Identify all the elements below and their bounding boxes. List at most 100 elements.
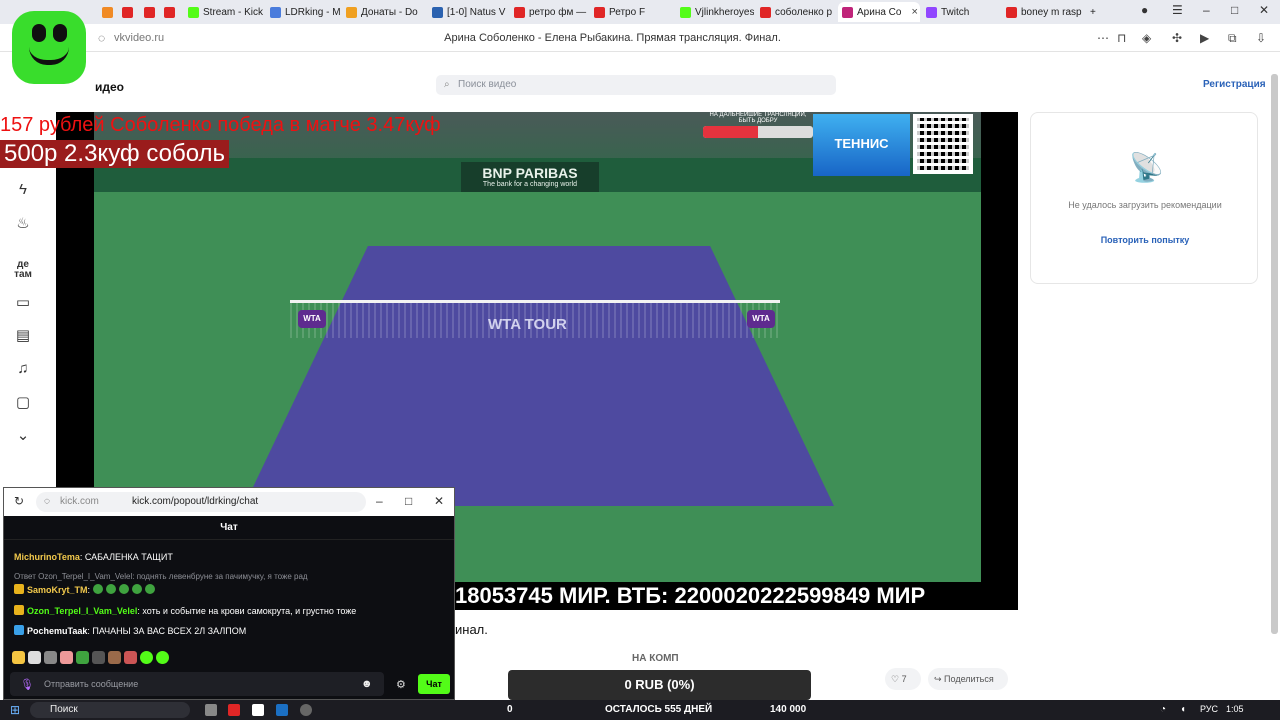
browser-tab[interactable]: ретро фм — bbox=[510, 2, 588, 22]
taskbar-search[interactable]: Поиск bbox=[30, 702, 190, 718]
media-icon[interactable]: ▶ bbox=[1200, 31, 1209, 45]
browser-tab[interactable] bbox=[118, 2, 138, 22]
chat-username[interactable]: SamoKryt_TM bbox=[27, 585, 88, 595]
address-bar: ◌ vkvideo.ru Арина Соболенко - Елена Рыб… bbox=[0, 24, 1280, 52]
browser-tab[interactable]: [1-0] Natus V bbox=[428, 2, 508, 22]
tabs-menu-icon[interactable]: ☰ bbox=[1172, 3, 1183, 17]
browser-tab[interactable] bbox=[98, 2, 116, 22]
emote-icon[interactable] bbox=[140, 651, 153, 664]
close-icon[interactable]: ✕ bbox=[434, 494, 444, 508]
browser-tab[interactable]: Донаты - Do bbox=[342, 2, 426, 22]
chat-username[interactable]: MichurinoTema bbox=[14, 552, 80, 562]
emote-icon[interactable] bbox=[44, 651, 57, 664]
clock[interactable]: 1:05 bbox=[1226, 704, 1244, 714]
frog-logo bbox=[12, 11, 86, 84]
search-input[interactable]: ⌕ Поиск видео bbox=[436, 75, 836, 95]
reload-icon[interactable]: ↻ bbox=[14, 494, 24, 508]
like-button[interactable]: ♡ 7 bbox=[885, 668, 921, 690]
download-icon[interactable]: ⇩ bbox=[1256, 31, 1266, 45]
expand-more-icon[interactable]: ⌄ bbox=[14, 427, 32, 445]
chat-message-input[interactable]: Отправить сообщение bbox=[10, 672, 384, 696]
browser-tab[interactable]: boney m rasp bbox=[1002, 2, 1082, 22]
chat-username[interactable]: Ozon_Terpel_I_Vam_Velel bbox=[27, 606, 137, 616]
steam-icon[interactable] bbox=[276, 704, 288, 716]
browser-tab[interactable]: Stream - Kick bbox=[184, 2, 264, 22]
browser-icon[interactable] bbox=[252, 704, 264, 716]
shield-icon[interactable]: ◈ bbox=[1142, 31, 1151, 45]
frog-mouth bbox=[29, 47, 69, 65]
kids-icon[interactable]: де там bbox=[14, 260, 32, 280]
browser-tab[interactable]: Twitch bbox=[922, 2, 1000, 22]
kick-url-path: kick.com/popout/ldrking/chat bbox=[132, 496, 259, 507]
tab-favicon-icon bbox=[144, 6, 155, 18]
donation-overlay-line2: 500р 2.3куф соболь bbox=[0, 140, 230, 168]
donation-overlay-line1: 157 рублей Соболенко победа в матче 3.47… bbox=[0, 114, 441, 136]
page-title: Арина Соболенко - Елена Рыбакина. Прямая… bbox=[444, 32, 781, 44]
pepe-emote bbox=[118, 584, 129, 594]
share-button[interactable]: ↪ Поделиться bbox=[928, 668, 1008, 690]
chat-send-button[interactable]: Чат bbox=[418, 674, 450, 694]
browser-tab[interactable]: Ретро F bbox=[590, 2, 674, 22]
trending-icon[interactable]: ϟ bbox=[14, 181, 32, 199]
browser-tab[interactable]: LDRking - Me bbox=[266, 2, 340, 22]
emoji-icon[interactable]: ☻ bbox=[361, 678, 373, 690]
task-view-icon[interactable] bbox=[205, 704, 217, 716]
language-indicator[interactable]: РУС bbox=[1200, 704, 1218, 714]
tab-favicon-icon bbox=[188, 6, 199, 18]
music-icon[interactable]: ♫ bbox=[14, 360, 32, 378]
emote-icon[interactable] bbox=[28, 651, 41, 664]
collections-icon[interactable]: ⧉ bbox=[1228, 31, 1237, 46]
bookmark-icon[interactable]: ⊓ bbox=[1117, 31, 1126, 45]
browser-tab[interactable]: Vjlinkheroyes bbox=[676, 2, 754, 22]
heart-icon: ♡ bbox=[891, 674, 902, 684]
browser-tab[interactable] bbox=[160, 2, 182, 22]
chat-title: Чат bbox=[4, 516, 454, 540]
gear-icon[interactable]: ⚙ bbox=[396, 678, 406, 691]
emote-icon[interactable] bbox=[12, 651, 25, 664]
new-tab-button[interactable]: + bbox=[1086, 2, 1102, 22]
crown-badge-icon bbox=[14, 584, 24, 594]
tab-label: Арина Со bbox=[857, 6, 902, 18]
emote-icon[interactable] bbox=[60, 651, 73, 664]
close-tab-icon[interactable]: × bbox=[911, 6, 917, 18]
maximize-icon[interactable]: □ bbox=[405, 494, 412, 508]
chat-username[interactable]: PochemuTaak bbox=[27, 626, 87, 636]
microphone-icon[interactable]: 🎙 bbox=[20, 678, 34, 691]
retry-button[interactable]: Повторить попытку bbox=[1031, 235, 1259, 245]
wifi-icon[interactable]: ◔ bbox=[1160, 704, 1166, 715]
minimize-window-button[interactable]: – bbox=[1203, 3, 1210, 17]
browser-tab[interactable] bbox=[140, 2, 158, 22]
shows-icon[interactable]: ▤ bbox=[14, 327, 32, 345]
emote-icon[interactable] bbox=[108, 651, 121, 664]
kick-window-bar: ↻ ◌ kick.com kick.com/popout/ldrking/cha… bbox=[4, 488, 454, 516]
yandex-icon[interactable] bbox=[228, 704, 240, 716]
site-logo-text[interactable]: идео bbox=[95, 80, 124, 94]
emote-icon[interactable] bbox=[156, 651, 169, 664]
obs-icon[interactable] bbox=[300, 704, 312, 716]
page-scrollbar-thumb[interactable] bbox=[1271, 74, 1278, 634]
maximize-window-button[interactable]: □ bbox=[1231, 3, 1238, 17]
emote-icon[interactable] bbox=[92, 651, 105, 664]
close-window-button[interactable]: ✕ bbox=[1259, 3, 1269, 17]
emote-icon[interactable] bbox=[124, 651, 137, 664]
emote-icon[interactable] bbox=[76, 651, 89, 664]
tab-label: соболенко р bbox=[775, 6, 833, 18]
register-link[interactable]: Регистрация bbox=[1203, 79, 1266, 90]
tv-icon[interactable]: ▢ bbox=[14, 394, 32, 412]
book-icon[interactable]: ▭ bbox=[14, 294, 32, 312]
tab-label: LDRking - Me bbox=[285, 6, 340, 18]
chat-text: САБАЛЕНКА ТАЩИТ bbox=[84, 552, 173, 562]
browser-tab[interactable]: соболенко р bbox=[756, 2, 836, 22]
fire-icon[interactable]: ♨ bbox=[14, 215, 32, 233]
volume-icon[interactable]: ◖ bbox=[1180, 704, 1186, 715]
profile-avatar[interactable]: ● bbox=[1141, 3, 1148, 17]
windows-start-icon[interactable]: ⊞ bbox=[10, 703, 20, 717]
extensions-icon[interactable]: ✣ bbox=[1172, 31, 1182, 45]
browser-tab[interactable]: Арина Со × bbox=[838, 2, 920, 22]
tab-favicon-icon bbox=[594, 6, 605, 18]
minimize-icon[interactable]: – bbox=[376, 494, 383, 508]
qr-code bbox=[913, 114, 973, 174]
progress-bar bbox=[703, 126, 813, 138]
frog-eye-right bbox=[53, 24, 67, 42]
more-icon[interactable]: ⋯ bbox=[1097, 31, 1109, 45]
